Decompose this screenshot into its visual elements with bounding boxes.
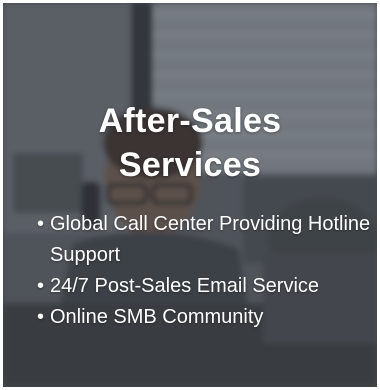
list-item-label: Online SMB Community [50,306,264,328]
list-item-label: Global Call Center Providing Hotline Sup… [50,213,371,266]
bullet-dot-icon: • [37,306,45,328]
title-line-2: Services [118,146,262,184]
section-title: After-Sales Services [3,99,377,187]
list-item-label: 24/7 Post-Sales Email Service [50,275,320,297]
list-item: • 24/7 Post-Sales Email Service [37,271,373,302]
list-item: • Online SMB Community [37,302,373,333]
services-list: • Global Call Center Providing Hotline S… [37,209,373,333]
after-sales-card: After-Sales Services • Global Call Cente… [3,3,377,387]
bullet-dot-icon: • [37,213,45,235]
list-item: • Global Call Center Providing Hotline S… [37,209,373,271]
bullet-dot-icon: • [37,275,45,297]
content-area: After-Sales Services • Global Call Cente… [3,3,377,387]
title-line-1: After-Sales [98,102,282,140]
